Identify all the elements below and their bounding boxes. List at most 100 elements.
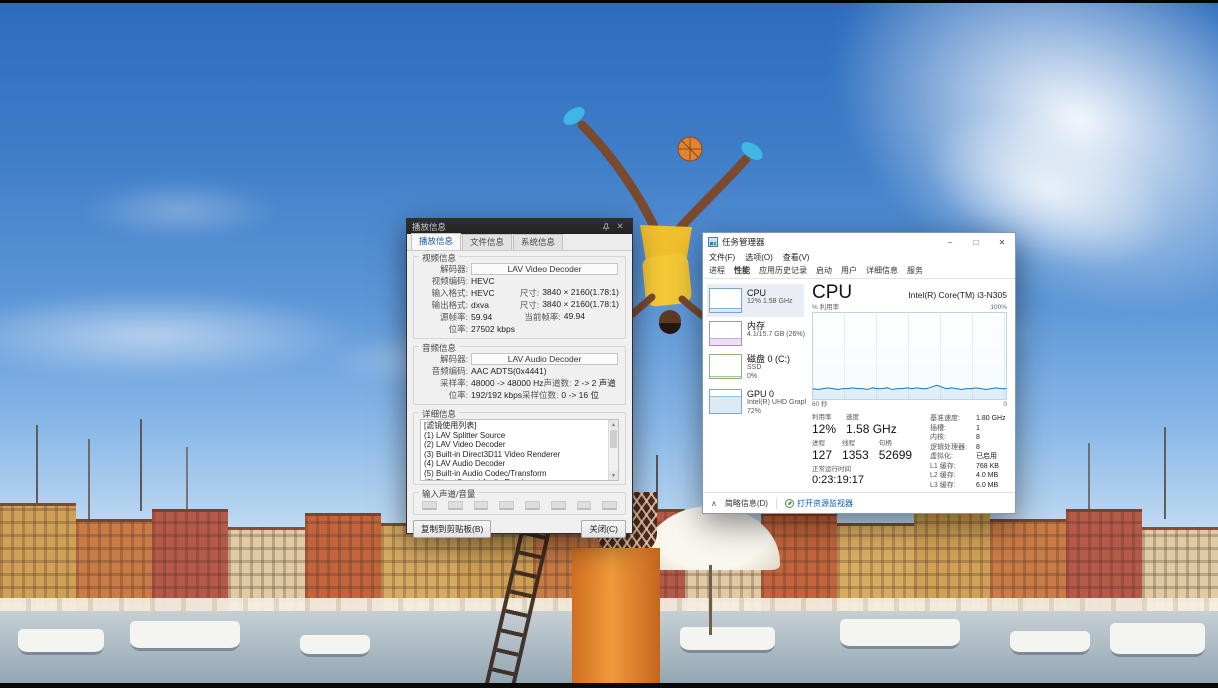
tab-app-history[interactable]: 应用历史记录 bbox=[759, 265, 807, 276]
sidebar-item-gpu[interactable]: GPU 0 Intel(R) UHD Graphics 72% bbox=[707, 385, 804, 420]
video-decoder-label: 解码器: bbox=[420, 263, 468, 275]
virtualization-value: 已启用 bbox=[976, 452, 997, 462]
sidebar-item-memory[interactable]: 内存 4.1/15.7 GB (26%) bbox=[707, 317, 804, 350]
sidebar-disk-title: 磁盘 0 (C:) bbox=[747, 354, 790, 364]
copy-to-clipboard-button[interactable]: 复制到剪贴板(B) bbox=[413, 520, 491, 538]
tab-system-info[interactable]: 系统信息 bbox=[513, 234, 563, 250]
sidebar-cpu-stats: 12% 1.58 GHz bbox=[747, 298, 793, 307]
threads-value: 1353 bbox=[842, 448, 869, 462]
bottom-edge-bar bbox=[0, 683, 1218, 688]
memory-mini-graph bbox=[709, 321, 742, 346]
handles-value: 52699 bbox=[879, 448, 912, 462]
sidebar-item-disk[interactable]: 磁盘 0 (C:) SSD 0% bbox=[707, 350, 804, 385]
audio-bits-label: 采样位数: bbox=[522, 389, 558, 401]
scroll-up-icon[interactable]: ▲ bbox=[609, 420, 618, 429]
maximize-icon[interactable]: □ bbox=[963, 233, 989, 251]
cpu-live-stats: 利用率 12% 速度 1.58 GHz 进程 127 bbox=[812, 414, 924, 490]
top-edge-bar bbox=[0, 0, 1218, 3]
sidebar-memory-stats: 4.1/15.7 GB (26%) bbox=[747, 331, 805, 340]
audio-codec-label: 音频编码: bbox=[420, 365, 468, 377]
volume-meters bbox=[420, 499, 619, 511]
menu-file[interactable]: 文件(F) bbox=[709, 252, 735, 263]
resource-monitor-label: 打开资源监视器 bbox=[797, 498, 853, 509]
video-codec-label: 视频编码: bbox=[420, 275, 468, 287]
filter-list-line: (5) Built-in Audio Codec/Transform bbox=[424, 469, 606, 479]
close-icon[interactable]: ✕ bbox=[989, 233, 1015, 251]
tab-playback-info[interactable]: 播放信息 bbox=[411, 233, 461, 250]
menu-options[interactable]: 选项(O) bbox=[745, 252, 773, 263]
close-icon[interactable]: ✕ bbox=[613, 221, 627, 233]
tab-startup[interactable]: 启动 bbox=[816, 265, 832, 276]
scrollbar-thumb[interactable] bbox=[610, 430, 617, 448]
menu-view[interactable]: 查看(V) bbox=[783, 252, 810, 263]
tab-details[interactable]: 详细信息 bbox=[866, 265, 898, 276]
scroll-down-icon[interactable]: ▼ bbox=[609, 471, 618, 480]
l2-cache-label: L2 缓存: bbox=[930, 471, 976, 481]
minimize-icon[interactable]: – bbox=[937, 233, 963, 251]
sidebar-disk-type: SSD bbox=[747, 364, 790, 373]
video-codec-value: HEVC bbox=[471, 276, 495, 286]
video-decoder-box[interactable]: LAV Video Decoder bbox=[471, 263, 618, 275]
tab-performance[interactable]: 性能 bbox=[734, 265, 750, 276]
tab-users[interactable]: 用户 bbox=[841, 265, 857, 276]
taskmanager-footer: ∧ 简略信息(D) 打开资源监视器 bbox=[703, 492, 1015, 513]
mediainfo-tabs: 播放信息 文件信息 系统信息 bbox=[407, 234, 632, 251]
boat bbox=[300, 635, 370, 657]
sidebar-gpu-name: Intel(R) UHD Graphics bbox=[747, 399, 806, 408]
l1-cache-label: L1 缓存: bbox=[930, 462, 976, 472]
sidebar-cpu-title: CPU bbox=[747, 288, 793, 298]
l1-cache-value: 768 KB bbox=[976, 462, 999, 472]
taskmanager-titlebar[interactable]: 任务管理器 – □ ✕ bbox=[703, 233, 1015, 251]
taskmanager-window-title: 任务管理器 bbox=[722, 236, 937, 248]
pin-icon[interactable] bbox=[599, 221, 613, 233]
base-speed-value: 1.80 GHz bbox=[976, 414, 1006, 424]
scrollbar[interactable]: ▲ ▼ bbox=[608, 420, 618, 480]
disk-mini-graph bbox=[709, 354, 742, 379]
audio-info-group-label: 音频信息 bbox=[419, 342, 459, 354]
handles-label: 句柄 bbox=[879, 440, 912, 448]
volume-meter bbox=[448, 501, 463, 510]
cpu-model-name: Intel(R) Core(TM) i3-N305 bbox=[908, 290, 1007, 303]
filter-list[interactable]: [滤镜使用列表] (1) LAV Splitter Source (2) LAV… bbox=[420, 419, 619, 481]
processes-label: 进程 bbox=[812, 440, 832, 448]
filter-list-line: (2) LAV Video Decoder bbox=[424, 440, 606, 450]
cpu-panel-title: CPU bbox=[812, 283, 852, 303]
volume-meter bbox=[525, 501, 540, 510]
input-channels-label: 输入声道/音量 bbox=[419, 488, 478, 500]
audio-info-group: 音频信息 解码器: LAV Audio Decoder 音频编码: AAC AD… bbox=[413, 346, 626, 405]
video-input-label: 输入格式: bbox=[420, 287, 468, 299]
taskmanager-window: 任务管理器 – □ ✕ 文件(F) 选项(O) 查看(V) 进程 性能 应用历史… bbox=[702, 232, 1016, 514]
logical-processors-label: 逻辑处理器: bbox=[930, 443, 976, 453]
open-resource-monitor-link[interactable]: 打开资源监视器 bbox=[785, 498, 853, 509]
desktop: 播放信息 ✕ 播放信息 文件信息 系统信息 视频信息 解码器: LAV Vide… bbox=[0, 0, 1218, 688]
mediainfo-window: 播放信息 ✕ 播放信息 文件信息 系统信息 视频信息 解码器: LAV Vide… bbox=[406, 218, 633, 534]
sidebar-gpu-usage: 72% bbox=[747, 408, 806, 417]
sockets-value: 1 bbox=[976, 424, 980, 434]
sidebar-item-cpu[interactable]: CPU 12% 1.58 GHz bbox=[707, 284, 804, 317]
mediainfo-titlebar[interactable]: 播放信息 ✕ bbox=[407, 219, 632, 234]
boat bbox=[18, 629, 104, 655]
audio-codec-value: AAC ADTS(0x4441) bbox=[471, 366, 547, 376]
tab-processes[interactable]: 进程 bbox=[709, 265, 725, 276]
cloud bbox=[80, 180, 280, 240]
audio-bits-value: 0 -> 16 位 bbox=[561, 389, 599, 401]
processes-value: 127 bbox=[812, 448, 832, 462]
cores-label: 内核: bbox=[930, 433, 976, 443]
audio-decoder-box[interactable]: LAV Audio Decoder bbox=[471, 353, 618, 365]
tab-services[interactable]: 服务 bbox=[907, 265, 923, 276]
speed-label: 速度 bbox=[846, 414, 897, 422]
utilization-value: 12% bbox=[812, 422, 836, 436]
graph-xmax: 0 bbox=[1003, 400, 1007, 409]
fewer-details-button[interactable]: 简略信息(D) bbox=[725, 498, 777, 509]
video-info-group: 视频信息 解码器: LAV Video Decoder 视频编码: HEVC 输… bbox=[413, 256, 626, 339]
details-group: 详细信息 [滤镜使用列表] (1) LAV Splitter Source (2… bbox=[413, 412, 626, 485]
volume-meter bbox=[577, 501, 592, 510]
close-button[interactable]: 关闭(C) bbox=[581, 520, 626, 538]
mediainfo-window-title: 播放信息 bbox=[412, 221, 599, 233]
gpu-mini-graph bbox=[709, 389, 742, 414]
filter-list-line: [滤镜使用列表] bbox=[424, 421, 606, 431]
tab-file-info[interactable]: 文件信息 bbox=[462, 234, 512, 250]
performance-sidebar: CPU 12% 1.58 GHz 内存 4.1/15.7 GB (26%) 磁盘… bbox=[703, 279, 806, 492]
audio-samplerate-value: 48000 -> 48000 Hz bbox=[471, 378, 544, 388]
volume-meter bbox=[602, 501, 617, 510]
